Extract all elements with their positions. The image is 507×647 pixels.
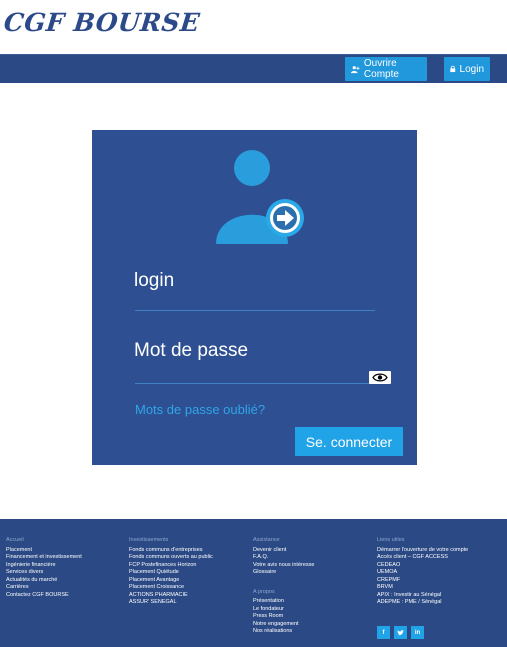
footer-heading[interactable]: Accueil (6, 537, 82, 545)
login-label: Login (459, 63, 484, 75)
footer-link[interactable]: Votre avis nous intéresse (253, 562, 314, 570)
footer-column-accueil: Accueil Placement Financement et investi… (6, 537, 82, 599)
footer-link[interactable]: Placement (6, 547, 82, 555)
footer-link[interactable]: ASSUR' SENEGAL (129, 599, 213, 607)
footer-heading[interactable]: A propos (253, 589, 314, 597)
submit-login-button[interactable]: Se. connecter (295, 427, 403, 456)
footer-link[interactable]: Nos réalisations (253, 628, 314, 636)
footer-heading[interactable]: Investissements (129, 537, 213, 545)
footer-link[interactable]: Le fondateur (253, 606, 314, 614)
open-account-button[interactable]: Ouvrire Compte (345, 57, 427, 81)
login-card: login Mot de passe Mots de passe oublié?… (92, 130, 417, 465)
footer-link[interactable]: F.A.Q. (253, 554, 314, 562)
footer-link[interactable]: Accès client – CGF ACCESS (377, 554, 468, 562)
footer-link[interactable]: Fonds communs d'entreprises (129, 547, 213, 555)
footer-link[interactable]: FCP Postefinances Horizon (129, 562, 213, 570)
footer-link[interactable]: CEDEAO (377, 562, 468, 570)
social-links: f in (377, 626, 424, 639)
footer-heading[interactable]: Liens utiles (377, 537, 468, 545)
site-footer: Accueil Placement Financement et investi… (0, 519, 507, 647)
show-password-button[interactable] (369, 371, 391, 384)
footer-column-assistance: Assistance Devenir client F.A.Q. Votre a… (253, 537, 314, 636)
footer-link[interactable]: Placement Avantage (129, 577, 213, 585)
footer-link[interactable]: Notre engagement (253, 621, 314, 629)
footer-link[interactable]: Glossaire (253, 569, 314, 577)
login-button[interactable]: Login (444, 57, 490, 81)
user-login-icon (216, 150, 304, 244)
password-input[interactable] (135, 383, 388, 384)
top-navbar: Ouvrire Compte Login (0, 54, 507, 83)
footer-link[interactable]: ACTIONS PHARMACIE (129, 592, 213, 600)
password-field-label: Mot de passe (134, 340, 249, 361)
login-input[interactable] (135, 310, 375, 311)
login-field-label: login (134, 270, 175, 291)
footer-link[interactable]: Actualités du marché (6, 577, 82, 585)
add-user-icon (351, 65, 360, 73)
footer-link[interactable]: UEMOA (377, 569, 468, 577)
lock-icon (450, 65, 456, 73)
footer-column-liens-utiles: Liens utiles Démarrer l'ouverture de vot… (377, 537, 468, 607)
footer-link[interactable]: Placement Quiétude (129, 569, 213, 577)
twitter-icon[interactable] (394, 626, 407, 639)
linkedin-icon[interactable]: in (411, 626, 424, 639)
footer-link[interactable]: Financement et investissement (6, 554, 82, 562)
facebook-icon[interactable]: f (377, 626, 390, 639)
footer-link[interactable]: CREPMF (377, 577, 468, 585)
footer-link[interactable]: Démarrer l'ouverture de votre compte (377, 547, 468, 555)
twitter-bird-glyph (397, 629, 404, 635)
footer-link[interactable]: ADEPME : PME / Sénégal (377, 599, 468, 607)
footer-column-investissements: Investissements Fonds communs d'entrepri… (129, 537, 213, 607)
footer-link[interactable]: Placement Croissance (129, 584, 213, 592)
footer-heading[interactable]: Assistance (253, 537, 314, 545)
footer-link[interactable]: APIX : Investir au Sénégal (377, 592, 468, 600)
footer-link[interactable]: Fonds communs ouverts au public (129, 554, 213, 562)
footer-link[interactable]: Devenir client (253, 547, 314, 555)
cgf-bourse-logo[interactable]: CGF BOURSE (2, 6, 202, 40)
footer-link[interactable]: Contactez CGF BOURSE (6, 592, 82, 600)
footer-link[interactable]: Ingénierie financière (6, 562, 82, 570)
footer-link[interactable]: Press Room (253, 613, 314, 621)
footer-link[interactable]: Carrières (6, 584, 82, 592)
open-account-label: Ouvrire Compte (363, 58, 399, 80)
footer-link[interactable]: Services divers (6, 569, 82, 577)
eye-icon (372, 373, 388, 382)
footer-link[interactable]: Présentation (253, 598, 314, 606)
forgot-password-link[interactable]: Mots de passe oublié? (135, 402, 265, 417)
footer-link[interactable]: BRVM (377, 584, 468, 592)
